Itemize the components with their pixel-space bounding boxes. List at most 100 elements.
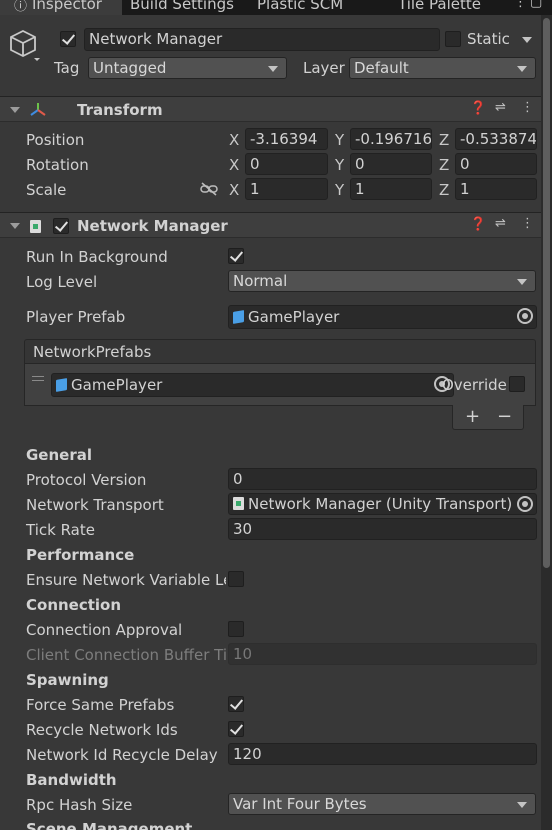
scale-y-field[interactable]: 1 xyxy=(350,178,432,200)
network-transport-label: Network Transport xyxy=(26,496,164,514)
tab-bar: ⓘ Inspector Build Settings Plastic SCM T… xyxy=(0,0,552,15)
network-transport-value: Network Manager (Unity Transport) xyxy=(248,495,513,513)
network-prefabs-list-body: GamePlayer Override xyxy=(24,364,536,406)
position-y-axis-label[interactable]: Y xyxy=(335,131,344,149)
position-y-field[interactable]: -0.196716 xyxy=(350,128,432,150)
override-checkbox[interactable] xyxy=(509,376,525,392)
network-id-recycle-delay-field[interactable]: 120 xyxy=(228,743,537,765)
transform-title: Transform xyxy=(77,101,163,119)
tag-dropdown[interactable]: Untagged xyxy=(88,57,287,79)
component-menu-icon[interactable]: ⋮ xyxy=(521,216,534,231)
layer-label: Layer xyxy=(303,59,345,77)
transform-axes-icon xyxy=(30,103,46,116)
object-picker-icon[interactable] xyxy=(517,496,533,512)
connection-approval-label: Connection Approval xyxy=(26,621,183,639)
scrollbar-thumb[interactable] xyxy=(543,18,550,568)
position-z-axis-label[interactable]: Z xyxy=(439,131,449,149)
chevron-down-icon xyxy=(517,66,527,72)
info-icon: ⓘ xyxy=(14,0,28,14)
scale-z-axis-label[interactable]: Z xyxy=(439,181,449,199)
general-header: General xyxy=(26,446,92,464)
remove-element-button[interactable]: − xyxy=(497,406,512,427)
component-menu-icon[interactable]: ⋮ xyxy=(521,100,534,115)
recycle-network-ids-label: Recycle Network Ids xyxy=(26,721,178,739)
tab-inspector[interactable]: ⓘ Inspector xyxy=(0,0,122,15)
rotation-x-axis-label[interactable]: X xyxy=(229,156,239,174)
component-enabled-checkbox[interactable] xyxy=(53,218,69,234)
help-icon[interactable]: ❓ xyxy=(470,101,486,116)
constrain-proportions-link-icon[interactable] xyxy=(200,182,218,196)
ensure-network-variable-checkbox[interactable] xyxy=(228,571,244,587)
client-connection-buffer-field: 10 xyxy=(228,643,537,665)
player-prefab-field[interactable]: GamePlayer xyxy=(228,305,537,329)
force-same-prefabs-checkbox[interactable] xyxy=(228,696,244,712)
protocol-version-label: Protocol Version xyxy=(26,471,147,489)
network-id-recycle-delay-label: Network Id Recycle Delay xyxy=(26,746,218,764)
performance-header: Performance xyxy=(26,546,135,564)
network-manager-header[interactable]: Network Manager ❓ ⇌ ⋮ xyxy=(0,212,541,238)
script-icon xyxy=(30,218,45,236)
scale-label: Scale xyxy=(26,181,67,199)
scale-x-axis-label[interactable]: X xyxy=(229,181,239,199)
connection-header: Connection xyxy=(26,596,122,614)
maximize-icon[interactable]: ▢ xyxy=(530,0,542,15)
scale-y-axis-label[interactable]: Y xyxy=(335,181,344,199)
player-prefab-value: GamePlayer xyxy=(248,308,340,326)
drag-handle-icon[interactable] xyxy=(32,376,44,381)
gameobject-cube-icon[interactable] xyxy=(8,28,40,62)
log-level-dropdown[interactable]: Normal xyxy=(228,270,536,292)
override-label: Override xyxy=(442,376,507,394)
log-level-value: Normal xyxy=(233,272,288,290)
preset-sliders-icon[interactable]: ⇌ xyxy=(495,216,506,231)
help-icon[interactable]: ❓ xyxy=(470,217,486,232)
tick-rate-field[interactable]: 30 xyxy=(228,518,537,540)
rpc-hash-size-value: Var Int Four Bytes xyxy=(233,795,367,813)
static-checkbox[interactable] xyxy=(445,31,461,47)
foldout-arrow-icon[interactable] xyxy=(10,107,20,113)
rotation-y-axis-label[interactable]: Y xyxy=(335,156,344,174)
tab-build-settings[interactable]: Build Settings xyxy=(130,0,234,15)
gameobject-active-checkbox[interactable] xyxy=(60,31,76,47)
chevron-down-icon xyxy=(517,802,527,808)
tab-tile-palette[interactable]: Tile Palette xyxy=(398,0,481,15)
rotation-y-field[interactable]: 0 xyxy=(350,153,432,175)
network-transport-field[interactable]: Network Manager (Unity Transport) xyxy=(228,493,537,515)
kebab-menu-icon[interactable]: ⋮ xyxy=(514,0,527,15)
connection-approval-checkbox[interactable] xyxy=(228,621,244,637)
tab-plastic-scm[interactable]: Plastic SCM xyxy=(257,0,343,15)
player-prefab-label: Player Prefab xyxy=(26,308,126,326)
scale-z-field[interactable]: 1 xyxy=(455,178,537,200)
position-x-axis-label[interactable]: X xyxy=(229,131,239,149)
list-footer: + − xyxy=(452,405,524,430)
position-z-field[interactable]: -0.533874 xyxy=(455,128,537,150)
static-label: Static xyxy=(467,30,510,48)
ensure-network-variable-label: Ensure Network Variable Le xyxy=(26,571,226,589)
scale-x-field[interactable]: 1 xyxy=(245,178,328,200)
object-picker-icon[interactable] xyxy=(517,308,533,324)
rotation-label: Rotation xyxy=(26,156,89,174)
force-same-prefabs-label: Force Same Prefabs xyxy=(26,696,175,714)
layer-value: Default xyxy=(354,59,409,77)
network-prefab-element-field[interactable]: GamePlayer xyxy=(51,373,454,397)
foldout-arrow-icon[interactable] xyxy=(10,223,20,229)
run-in-background-checkbox[interactable] xyxy=(228,248,244,264)
gameobject-name-field[interactable]: Network Manager xyxy=(84,28,440,51)
preset-sliders-icon[interactable]: ⇌ xyxy=(495,100,506,115)
network-prefabs-list-header: NetworkPrefabs xyxy=(24,339,536,364)
add-element-button[interactable]: + xyxy=(465,406,480,427)
rotation-z-field[interactable]: 0 xyxy=(455,153,537,175)
recycle-network-ids-checkbox[interactable] xyxy=(228,721,244,737)
rotation-z-axis-label[interactable]: Z xyxy=(439,156,449,174)
protocol-version-field[interactable]: 0 xyxy=(228,468,537,490)
rpc-hash-size-label: Rpc Hash Size xyxy=(26,796,133,814)
layer-dropdown[interactable]: Default xyxy=(349,57,536,79)
tag-value: Untagged xyxy=(93,59,167,77)
transform-header[interactable]: Transform ❓ ⇌ ⋮ xyxy=(0,96,541,122)
rotation-x-field[interactable]: 0 xyxy=(245,153,328,175)
static-dropdown-arrow-icon[interactable] xyxy=(522,37,532,43)
position-x-field[interactable]: -3.16394 xyxy=(245,128,328,150)
rpc-hash-size-dropdown[interactable]: Var Int Four Bytes xyxy=(228,793,536,815)
log-level-label: Log Level xyxy=(26,273,98,291)
network-prefab-element-value: GamePlayer xyxy=(71,376,163,394)
prefab-icon xyxy=(233,310,244,324)
